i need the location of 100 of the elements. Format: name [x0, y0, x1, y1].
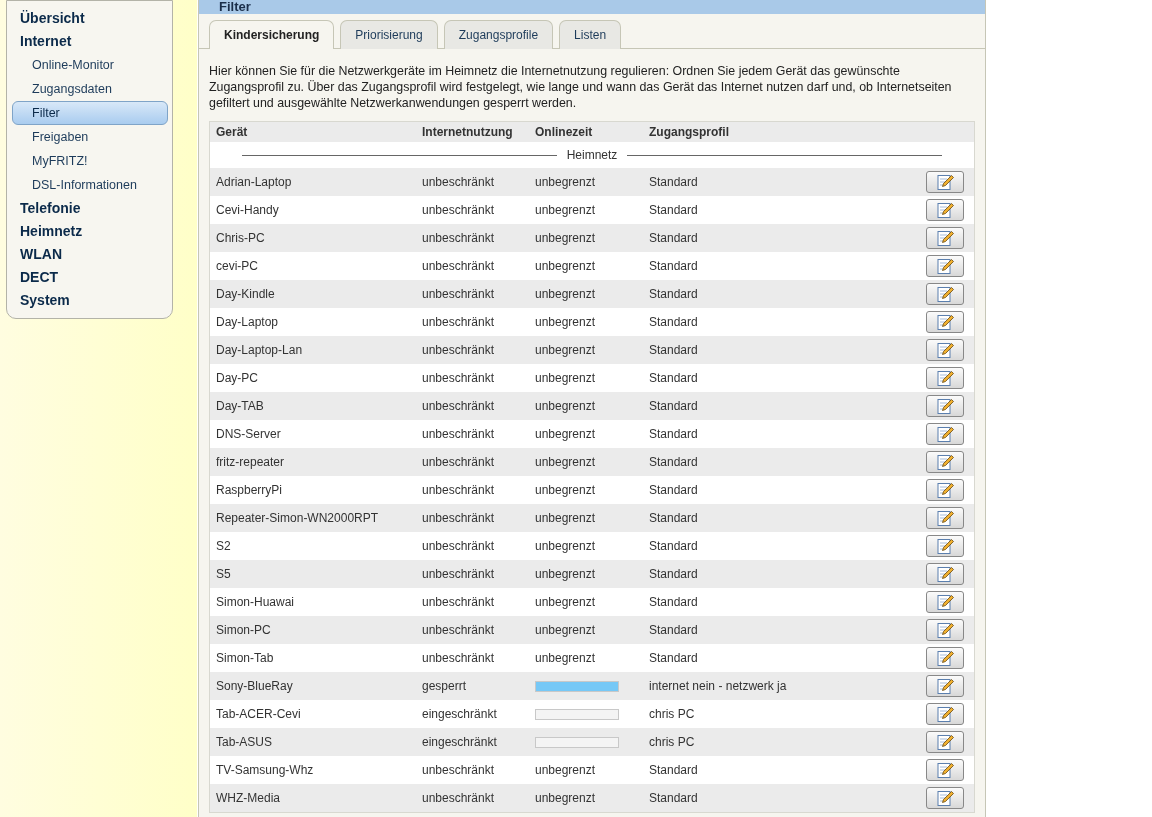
edit-button[interactable]: [926, 563, 964, 585]
edit-button[interactable]: [926, 451, 964, 473]
table-cell-text: Standard: [649, 482, 699, 499]
table-cell-text: Sony-BlueRay: [215, 678, 294, 695]
sidebar-item[interactable]: Online-Monitor: [12, 53, 168, 77]
edit-icon: [936, 649, 954, 667]
table-cell-text: unbeschränkt: [422, 202, 496, 219]
edit-button[interactable]: [926, 395, 964, 417]
edit-button[interactable]: [926, 423, 964, 445]
table-cell: unbegrenzt: [535, 231, 596, 245]
table-cell-text: cevi-PC: [215, 258, 259, 275]
table-cell-text: Standard: [649, 314, 699, 331]
edit-icon: [936, 313, 954, 331]
table-cell-text: Simon-Huawai: [215, 594, 296, 611]
edit-button[interactable]: [926, 647, 964, 669]
edit-button[interactable]: [926, 703, 964, 725]
table-cell-text: S2: [215, 538, 232, 555]
table-cell: unbegrenzt: [535, 203, 596, 217]
edit-icon: [936, 201, 954, 219]
table-cell-text: Standard: [649, 538, 699, 555]
table-cell-text: unbeschränkt: [422, 594, 496, 611]
sidebar-item[interactable]: DSL-Informationen: [12, 173, 168, 197]
edit-icon: [936, 425, 954, 443]
sidebar-item[interactable]: Heimnetz: [11, 220, 168, 243]
edit-button[interactable]: [926, 255, 964, 277]
sidebar-item[interactable]: Telefonie: [11, 197, 168, 220]
edit-button[interactable]: [926, 535, 964, 557]
table-cell-text: Standard: [649, 286, 699, 303]
table-cell-text: unbeschränkt: [422, 174, 496, 191]
edit-button[interactable]: [926, 199, 964, 221]
table-cell-text: unbeschränkt: [422, 286, 496, 303]
edit-icon: [936, 677, 954, 695]
panel-title: Filter: [199, 0, 985, 14]
edit-button[interactable]: [926, 591, 964, 613]
sidebar-item[interactable]: Internet: [11, 30, 168, 53]
table-cell: unbegrenzt: [535, 399, 596, 413]
table-cell-text: Tab-ACER-Cevi: [215, 706, 302, 723]
tab[interactable]: Kindersicherung: [209, 20, 335, 49]
tab[interactable]: Zugangsprofile: [443, 20, 554, 49]
edit-icon: [936, 705, 954, 723]
edit-button[interactable]: [926, 171, 964, 193]
edit-icon: [936, 593, 954, 611]
table-cell-text: unbeschränkt: [422, 762, 496, 779]
table-cell-text: DNS-Server: [215, 426, 282, 443]
sidebar-item[interactable]: Filter: [12, 101, 168, 125]
sidebar-item[interactable]: DECT: [11, 266, 168, 289]
edit-button[interactable]: [926, 507, 964, 529]
edit-icon: [936, 369, 954, 387]
edit-button[interactable]: [926, 283, 964, 305]
table-cell-text: Standard: [649, 650, 699, 667]
column-header: Gerät: [215, 124, 249, 141]
sidebar-item[interactable]: Freigaben: [12, 125, 168, 149]
table-cell: unbegrenzt: [535, 763, 596, 777]
table-cell: unbegrenzt: [535, 371, 596, 385]
column-header: Zugangsprofil: [649, 124, 730, 141]
tab[interactable]: Priorisierung: [340, 20, 438, 49]
table-cell-text: unbeschränkt: [422, 790, 496, 807]
sidebar-item[interactable]: WLAN: [11, 243, 168, 266]
table-cell-text: RaspberryPi: [215, 482, 284, 499]
edit-button[interactable]: [926, 367, 964, 389]
edit-icon: [936, 397, 954, 415]
edit-button[interactable]: [926, 787, 964, 809]
edit-button[interactable]: [926, 675, 964, 697]
table-cell: unbegrenzt: [535, 483, 596, 497]
edit-icon: [936, 789, 954, 807]
edit-icon: [936, 733, 954, 751]
edit-button[interactable]: [926, 311, 964, 333]
edit-button[interactable]: [926, 759, 964, 781]
edit-button[interactable]: [926, 619, 964, 641]
table-cell-text: unbeschränkt: [422, 538, 496, 555]
tab[interactable]: Listen: [559, 20, 622, 49]
table-cell: unbegrenzt: [535, 651, 596, 665]
edit-button[interactable]: [926, 731, 964, 753]
table-cell: unbegrenzt: [535, 175, 596, 189]
sidebar-item[interactable]: Zugangsdaten: [12, 77, 168, 101]
table-cell-text: Standard: [649, 342, 699, 359]
table-cell-text: unbeschränkt: [422, 398, 496, 415]
table-cell: unbegrenzt: [535, 791, 596, 805]
table-cell: unbegrenzt: [535, 511, 596, 525]
edit-icon: [936, 173, 954, 191]
edit-button[interactable]: [926, 479, 964, 501]
table-cell-text: unbeschränkt: [422, 482, 496, 499]
edit-button[interactable]: [926, 339, 964, 361]
table-cell-text: unbeschränkt: [422, 454, 496, 471]
sidebar-item[interactable]: Übersicht: [11, 7, 168, 30]
table-cell-text: unbeschränkt: [422, 230, 496, 247]
table-cell-text: unbeschränkt: [422, 650, 496, 667]
edit-icon: [936, 509, 954, 527]
table-cell-text: Standard: [649, 202, 699, 219]
sidebar-item[interactable]: System: [11, 289, 168, 312]
edit-icon: [936, 481, 954, 499]
table-cell-text: Day-Laptop-Lan: [215, 342, 304, 359]
table-cell-text: unbeschränkt: [422, 426, 496, 443]
table-cell-text: Standard: [649, 762, 699, 779]
table-cell-text: unbeschränkt: [422, 622, 496, 639]
table-cell-text: Standard: [649, 594, 699, 611]
table-cell-text: Standard: [649, 370, 699, 387]
edit-button[interactable]: [926, 227, 964, 249]
edit-icon: [936, 341, 954, 359]
sidebar-item[interactable]: MyFRITZ!: [12, 149, 168, 173]
